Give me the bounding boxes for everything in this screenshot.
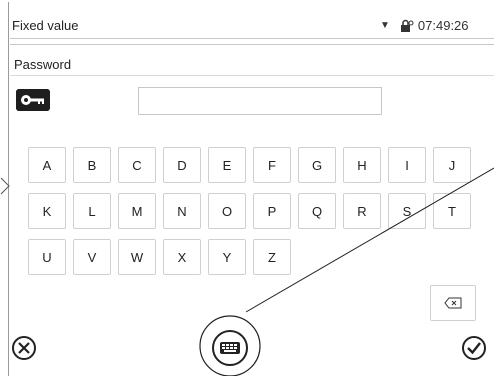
keyboard-icon[interactable] [210,328,250,368]
key-g[interactable]: G [298,147,336,183]
bottom-toolbar [10,324,494,376]
key-u[interactable]: U [28,239,66,275]
key-f[interactable]: F [253,147,291,183]
key-s[interactable]: S [388,193,426,229]
key-i[interactable]: I [388,147,426,183]
lock-icon [400,19,414,32]
key-m[interactable]: M [118,193,156,229]
key-b[interactable]: B [73,147,111,183]
key-o[interactable]: O [208,193,246,229]
key-y[interactable]: Y [208,239,246,275]
check-icon[interactable] [460,334,488,362]
clock-time: 07:49:26 [417,18,469,33]
key-x[interactable]: X [163,239,201,275]
divider [10,75,494,76]
status-area: ▼ 07:49:26 [380,18,469,33]
key-z[interactable]: Z [253,239,291,275]
key-t[interactable]: T [433,193,471,229]
key-n[interactable]: N [163,193,201,229]
title-bar: Fixed value ▼ 07:49:26 [10,12,494,39]
key-c[interactable]: C [118,147,156,183]
password-input[interactable] [138,87,382,115]
key-h[interactable]: H [343,147,381,183]
key-a[interactable]: A [28,147,66,183]
key-k[interactable]: K [28,193,66,229]
key-v[interactable]: V [73,239,111,275]
key-icon [16,89,50,111]
key-e[interactable]: E [208,147,246,183]
password-label: Password [14,57,72,72]
key-w[interactable]: W [118,239,156,275]
key-r[interactable]: R [343,193,381,229]
key-q[interactable]: Q [298,193,336,229]
key-l[interactable]: L [73,193,111,229]
side-arrow-icon [0,177,10,195]
key-j[interactable]: J [433,147,471,183]
chevron-down-icon[interactable]: ▼ [380,20,390,31]
backspace-key[interactable] [430,285,476,321]
cancel-icon[interactable] [10,334,38,362]
key-p[interactable]: P [253,193,291,229]
key-d[interactable]: D [163,147,201,183]
password-panel: Password A B C D E F G H I J K L M N O P… [10,44,494,326]
page-title: Fixed value [12,18,79,33]
backspace-icon [444,297,462,309]
